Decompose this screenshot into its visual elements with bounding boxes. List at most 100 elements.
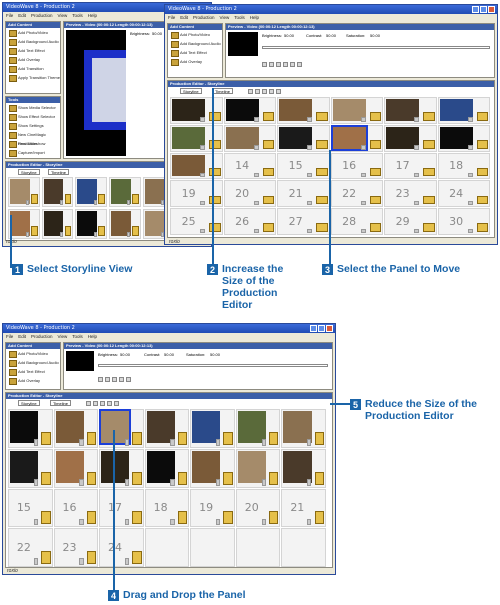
menu-production[interactable]: Production: [31, 12, 53, 19]
transition-icon[interactable]: [316, 139, 328, 149]
undo-icon[interactable]: [262, 89, 267, 94]
transition-icon[interactable]: [41, 431, 51, 445]
clip-settings-icon[interactable]: [307, 200, 313, 206]
clip-settings-icon[interactable]: [124, 558, 130, 565]
clip-settings-icon[interactable]: [215, 478, 221, 486]
transition-icon[interactable]: [423, 139, 435, 149]
transition-icon[interactable]: [31, 194, 38, 204]
transition-icon[interactable]: [177, 471, 188, 485]
volume-icon[interactable]: [297, 62, 302, 67]
menu-tools[interactable]: Tools: [72, 333, 83, 340]
clip-settings-icon[interactable]: [307, 518, 312, 526]
storyline-slot[interactable]: 16: [53, 488, 99, 528]
clip-settings-icon[interactable]: [414, 145, 420, 150]
transition-icon[interactable]: [269, 471, 279, 485]
add-background-audio[interactable]: Add Background Audio: [168, 39, 222, 48]
storyline-clip[interactable]: [75, 177, 107, 207]
storyline-slot[interactable]: 26: [223, 208, 276, 235]
clip-settings-icon[interactable]: [124, 478, 130, 486]
transition-icon[interactable]: [369, 139, 381, 149]
clip-settings-icon[interactable]: [59, 199, 63, 205]
transition-icon[interactable]: [262, 139, 274, 149]
menu-tools[interactable]: Tools: [72, 12, 83, 19]
new-slideshow[interactable]: New Slideshow: [6, 139, 60, 148]
transition-icon[interactable]: [423, 223, 435, 232]
clip-settings-icon[interactable]: [360, 172, 366, 178]
timeline-tab[interactable]: Timeline: [48, 169, 69, 175]
transition-icon[interactable]: [476, 195, 488, 205]
clip-settings-icon[interactable]: [93, 199, 97, 205]
clip-settings-icon[interactable]: [215, 439, 221, 446]
transition-icon[interactable]: [98, 226, 105, 236]
clip-settings-icon[interactable]: [467, 145, 473, 150]
transition-icon[interactable]: [423, 112, 435, 121]
storyline-slot[interactable]: 22: [8, 528, 53, 567]
menu-help[interactable]: Help: [88, 333, 97, 340]
clip-settings-icon[interactable]: [170, 518, 175, 526]
apply-transition-theme[interactable]: Apply Transition Theme: [6, 73, 60, 82]
zoom-icon[interactable]: [276, 89, 281, 94]
transition-icon[interactable]: [262, 195, 274, 205]
clip-settings-icon[interactable]: [414, 117, 420, 122]
storyline-clip[interactable]: [144, 448, 190, 488]
zoom-icon[interactable]: [114, 401, 119, 406]
storyline-tab[interactable]: Storyline: [180, 88, 202, 94]
loop-icon[interactable]: [126, 377, 131, 382]
transition-icon[interactable]: [314, 431, 324, 445]
transition-icon[interactable]: [41, 511, 51, 525]
storyline-empty-slot[interactable]: [144, 528, 190, 567]
clip-settings-icon[interactable]: [261, 439, 266, 446]
transition-icon[interactable]: [132, 551, 142, 564]
maximize-button[interactable]: [480, 6, 487, 13]
timeline-tab[interactable]: Timeline: [50, 400, 71, 406]
clip-settings-icon[interactable]: [127, 199, 131, 205]
transition-icon[interactable]: [64, 226, 72, 236]
storyline-clip[interactable]: [281, 448, 326, 488]
storyline-slot[interactable]: 21: [281, 488, 326, 528]
undo-icon[interactable]: [100, 401, 105, 406]
delete-icon[interactable]: [93, 401, 98, 406]
storyline-clip[interactable]: [108, 177, 141, 207]
transition-icon[interactable]: [316, 112, 328, 121]
forward-icon[interactable]: [283, 62, 288, 67]
storyline-slot[interactable]: 15: [277, 152, 330, 180]
storyline-clip[interactable]: [384, 97, 437, 124]
menu-help[interactable]: Help: [250, 14, 259, 21]
menu-file[interactable]: File: [6, 12, 13, 19]
storyline-clip[interactable]: [99, 448, 144, 488]
add-transition[interactable]: Add Transition: [6, 64, 60, 73]
transition-icon[interactable]: [223, 511, 233, 525]
clip-settings-icon[interactable]: [360, 200, 366, 206]
clip-settings-icon[interactable]: [33, 558, 38, 565]
clip-settings-icon[interactable]: [124, 439, 130, 446]
play-icon[interactable]: [105, 377, 110, 382]
split-icon[interactable]: [248, 89, 253, 94]
storyline-slot[interactable]: 27: [277, 208, 330, 235]
storyline-clip[interactable]: [8, 209, 40, 239]
redo-icon[interactable]: [107, 401, 112, 406]
storyline-slot[interactable]: 16: [330, 152, 383, 180]
storyline-slot[interactable]: 24: [99, 528, 144, 567]
clip-settings-icon[interactable]: [467, 172, 473, 178]
storyline-slot[interactable]: 17: [99, 488, 144, 528]
transition-icon[interactable]: [269, 511, 279, 525]
transition-icon[interactable]: [132, 226, 139, 236]
add-photo-video[interactable]: Add Photo/Video: [6, 28, 60, 37]
rewind-icon[interactable]: [98, 377, 103, 382]
add-text-effect[interactable]: Add Text Effect: [6, 367, 60, 376]
transition-icon[interactable]: [369, 223, 381, 232]
storyline-clip[interactable]: [75, 209, 107, 239]
transition-icon[interactable]: [223, 471, 233, 485]
menu-view[interactable]: View: [58, 12, 68, 19]
storyline-clip[interactable]: [277, 97, 330, 124]
clip-settings-icon[interactable]: [127, 231, 131, 237]
clip-settings-icon[interactable]: [307, 478, 312, 486]
rewind-icon[interactable]: [262, 62, 267, 67]
clip-settings-icon[interactable]: [307, 145, 313, 150]
storyline-tab[interactable]: Storyline: [18, 169, 40, 175]
add-text-effect[interactable]: Add Text Effect: [6, 46, 60, 55]
storyline-slot[interactable]: 14: [223, 152, 276, 180]
storyline-clip[interactable]: [277, 124, 330, 152]
clip-settings-icon[interactable]: [79, 439, 84, 446]
storyline-slot[interactable]: 15: [8, 488, 53, 528]
